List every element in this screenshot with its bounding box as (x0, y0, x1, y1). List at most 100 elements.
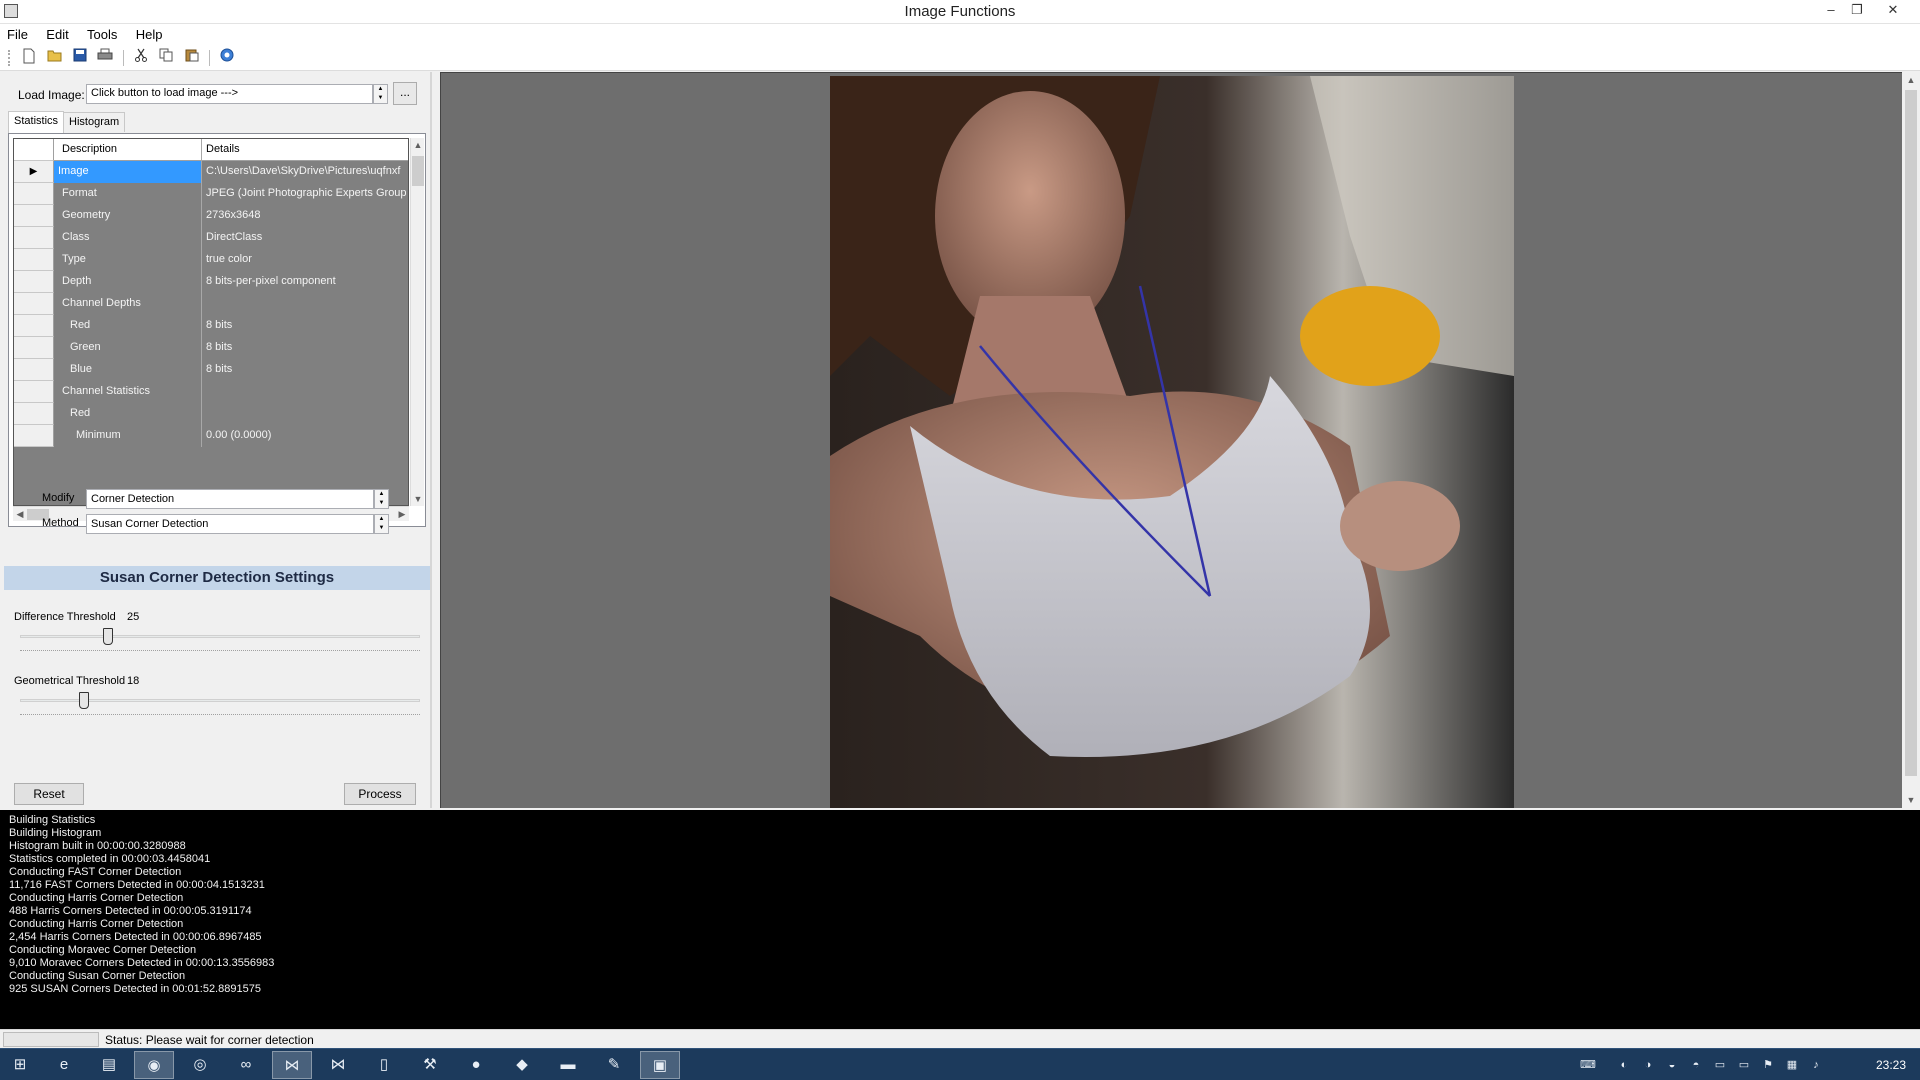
scroll-up-arrow[interactable]: ▲ (411, 138, 425, 152)
cell-details[interactable]: JPEG (Joint Photographic Experts Group J (202, 183, 408, 205)
cell-description[interactable]: Green (54, 337, 202, 359)
method-spinner[interactable]: ▲ ▼ (374, 514, 389, 534)
copy-icon[interactable] (155, 48, 177, 68)
cell-description[interactable]: Blue (54, 359, 202, 381)
geometrical-threshold-slider[interactable] (79, 692, 89, 709)
app-icon[interactable]: ● (456, 1051, 496, 1079)
tray-app-icon[interactable]: ▭ (1712, 1057, 1728, 1073)
cell-description[interactable]: Type (54, 249, 202, 271)
cell-description[interactable]: Format (54, 183, 202, 205)
log-console[interactable]: Building Statistics Building Histogram His… (0, 810, 1920, 1029)
paste-icon[interactable] (181, 48, 203, 68)
menu-edit[interactable]: Edit (39, 24, 76, 42)
difference-threshold-track[interactable] (20, 635, 420, 638)
tray-app-icon[interactable]: ◐ (1616, 1057, 1632, 1073)
notepad-icon[interactable]: ▯ (364, 1051, 404, 1079)
column-header-details[interactable]: Details (202, 139, 408, 161)
method-select[interactable]: Susan Corner Detection (86, 514, 374, 534)
load-image-spinner[interactable]: ▲ ▼ (373, 84, 388, 104)
cell-description[interactable]: Image (54, 161, 202, 183)
row-header[interactable] (14, 403, 54, 425)
cell-details[interactable]: 0.00 (0.0000) (202, 425, 408, 447)
cell-description[interactable]: Depth (54, 271, 202, 293)
row-header[interactable] (14, 337, 54, 359)
cut-icon[interactable] (130, 48, 152, 68)
table-row[interactable]: Green 8 bits (14, 337, 408, 359)
table-row[interactable]: Format JPEG (Joint Photographic Experts G… (14, 183, 408, 205)
cell-description[interactable]: Geometry (54, 205, 202, 227)
print-icon[interactable] (94, 48, 116, 68)
browse-button[interactable]: ... (393, 82, 417, 105)
difference-threshold-slider[interactable] (103, 628, 113, 645)
cell-details[interactable]: 2736x3648 (202, 205, 408, 227)
tray-app-icon[interactable]: ◒ (1664, 1057, 1680, 1073)
cell-details[interactable]: 8 bits (202, 315, 408, 337)
tray-app-icon[interactable]: ▭ (1736, 1057, 1752, 1073)
network-icon[interactable]: ▦ (1784, 1057, 1800, 1073)
process-button[interactable]: Process (344, 783, 416, 805)
cell-details[interactable]: C:\Users\Dave\SkyDrive\Pictures\uqfnxf (202, 161, 408, 183)
row-header[interactable] (14, 359, 54, 381)
cell-description[interactable]: Channel Depths (54, 293, 202, 315)
cell-description[interactable]: Red (54, 315, 202, 337)
toolbar-grip[interactable] (8, 50, 11, 66)
scroll-thumb[interactable] (1905, 90, 1917, 776)
row-header[interactable] (14, 227, 54, 249)
maximize-button[interactable]: ❐ (1844, 0, 1870, 22)
app-icon[interactable]: ◆ (502, 1051, 542, 1079)
row-header[interactable] (14, 425, 54, 447)
row-header[interactable]: ▶ (14, 161, 54, 183)
row-header[interactable] (14, 381, 54, 403)
tray-app-icon[interactable]: ◑ (1640, 1057, 1656, 1073)
scroll-down-arrow[interactable]: ▼ (1902, 792, 1920, 808)
visual-studio-icon[interactable]: ⋈ (318, 1051, 358, 1079)
menu-tools[interactable]: Tools (80, 24, 125, 42)
visual-studio-icon[interactable]: ⋈ (272, 1051, 312, 1079)
tray-app-icon[interactable]: ◓ (1688, 1057, 1704, 1073)
tab-statistics[interactable]: Statistics (8, 111, 65, 133)
image-viewer[interactable] (440, 72, 1902, 808)
row-header[interactable] (14, 315, 54, 337)
modify-select[interactable]: Corner Detection (86, 489, 374, 509)
app-icon[interactable]: ∞ (226, 1051, 266, 1079)
cell-details[interactable]: 8 bits (202, 359, 408, 381)
modify-spinner[interactable]: ▲ ▼ (374, 489, 389, 509)
grid-vertical-scrollbar[interactable]: ▲ ▼ (410, 138, 424, 506)
table-row[interactable]: ▶ Image C:\Users\Dave\SkyDrive\Pictures\uq… (14, 161, 408, 183)
cell-description[interactable]: Red (54, 403, 202, 425)
cell-details[interactable] (202, 381, 408, 403)
minimize-button[interactable]: – (1818, 0, 1844, 22)
open-icon[interactable] (44, 48, 66, 68)
start-button-icon[interactable]: ⊞ (0, 1051, 40, 1079)
row-header[interactable] (14, 271, 54, 293)
table-row[interactable]: Red (14, 403, 408, 425)
cell-details[interactable] (202, 293, 408, 315)
app-icon[interactable]: ▬ (548, 1051, 588, 1079)
table-row[interactable]: Depth 8 bits-per-pixel component (14, 271, 408, 293)
table-row[interactable]: Class DirectClass (14, 227, 408, 249)
row-header[interactable] (14, 249, 54, 271)
statistics-grid[interactable]: Description Details ▶ Image C:\Users\Dave\… (13, 138, 409, 506)
volume-icon[interactable]: ♪ (1808, 1057, 1824, 1073)
cell-description[interactable]: Channel Statistics (54, 381, 202, 403)
table-row[interactable]: Minimum 0.00 (0.0000) (14, 425, 408, 447)
tab-histogram[interactable]: Histogram (63, 112, 126, 132)
cell-details[interactable] (202, 403, 408, 425)
cell-details[interactable]: DirectClass (202, 227, 408, 249)
scroll-thumb[interactable] (412, 156, 424, 186)
app-icon[interactable]: ◎ (180, 1051, 220, 1079)
cell-details[interactable]: 8 bits (202, 337, 408, 359)
table-row[interactable]: Red 8 bits (14, 315, 408, 337)
column-header-description[interactable]: Description (54, 139, 202, 161)
app-icon[interactable]: ✎ (594, 1051, 634, 1079)
table-row[interactable]: Type true color (14, 249, 408, 271)
cell-details[interactable]: true color (202, 249, 408, 271)
close-button[interactable]: ✕ (1880, 0, 1906, 22)
firefox-icon[interactable]: ◉ (134, 1051, 174, 1079)
clock[interactable]: 23:23 (1876, 1058, 1906, 1072)
table-row[interactable]: Channel Depths (14, 293, 408, 315)
load-image-field[interactable]: Click button to load image ---> (86, 84, 373, 104)
new-icon[interactable] (18, 48, 40, 68)
table-row[interactable]: Geometry 2736x3648 (14, 205, 408, 227)
menu-file[interactable]: File (0, 24, 36, 42)
